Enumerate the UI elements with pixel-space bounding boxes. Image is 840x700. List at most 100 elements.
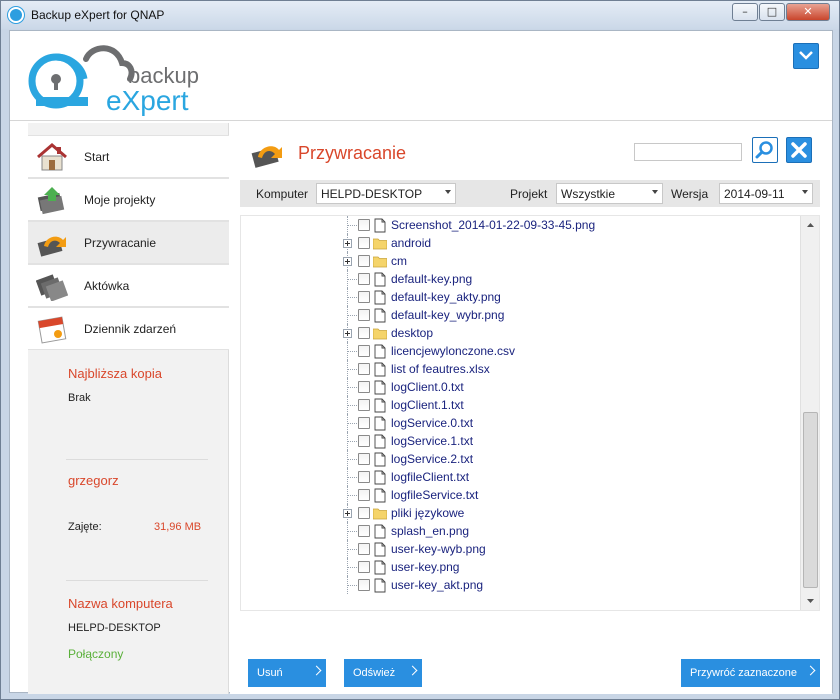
file-icon xyxy=(374,470,386,485)
select-checkbox[interactable] xyxy=(358,399,370,411)
sidebar-item-projects[interactable]: Moje projekty xyxy=(28,178,229,221)
maximize-button[interactable]: □ xyxy=(759,3,785,21)
tree-file-row[interactable]: logClient.0.txt xyxy=(241,378,801,396)
tree-item-name[interactable]: default-key_wybr.png xyxy=(391,308,504,322)
scroll-down-icon[interactable] xyxy=(803,593,818,608)
tree-item-name[interactable]: pliki językowe xyxy=(391,506,464,520)
project-select-value: Wszystkie xyxy=(561,187,615,201)
tree-file-row[interactable]: logfileService.txt xyxy=(241,486,801,504)
tree-item-name[interactable]: logService.2.txt xyxy=(391,452,473,466)
tree-folder-row[interactable]: desktop xyxy=(241,324,801,342)
close-window-button[interactable]: ✕ xyxy=(786,3,830,21)
tree-item-name[interactable]: cm xyxy=(391,254,407,268)
tree-item-name[interactable]: desktop xyxy=(391,326,433,340)
tree-item-name[interactable]: logfileService.txt xyxy=(391,488,478,502)
select-checkbox[interactable] xyxy=(358,525,370,537)
tree-item-name[interactable]: logClient.0.txt xyxy=(391,380,464,394)
select-checkbox[interactable] xyxy=(358,507,370,519)
scroll-up-icon[interactable] xyxy=(803,218,818,233)
select-checkbox[interactable] xyxy=(358,345,370,357)
select-checkbox[interactable] xyxy=(358,381,370,393)
computer-filter-label: Komputer xyxy=(256,187,309,201)
tree-item-name[interactable]: licencjewylonczone.csv xyxy=(391,344,515,358)
select-checkbox[interactable] xyxy=(358,471,370,483)
tree-folder-row[interactable]: pliki językowe xyxy=(241,504,801,522)
select-checkbox[interactable] xyxy=(358,237,370,249)
expand-icon[interactable] xyxy=(343,329,352,338)
version-select[interactable]: 2014-09-11 xyxy=(719,183,813,204)
select-checkbox[interactable] xyxy=(358,219,370,231)
tree-item-name[interactable]: logService.1.txt xyxy=(391,434,473,448)
tree-file-row[interactable]: list of feautres.xlsx xyxy=(241,360,801,378)
computer-select[interactable]: HELPD-DESKTOP xyxy=(316,183,456,204)
file-tree[interactable]: Screenshot_2014-01-22-09-33-45.pngandroi… xyxy=(240,215,820,611)
tree-file-row[interactable]: logfileClient.txt xyxy=(241,468,801,486)
file-icon xyxy=(374,308,386,323)
sidebar-item-briefcase[interactable]: Aktówka xyxy=(28,264,229,307)
search-input[interactable] xyxy=(634,143,742,161)
scrollbar-thumb[interactable] xyxy=(803,412,818,588)
tree-folder-row[interactable]: cm xyxy=(241,252,801,270)
select-checkbox[interactable] xyxy=(358,489,370,501)
tree-item-name[interactable]: Screenshot_2014-01-22-09-33-45.png xyxy=(391,218,595,232)
tree-item-name[interactable]: logfileClient.txt xyxy=(391,470,469,484)
tree-item-name[interactable]: android xyxy=(391,236,431,250)
select-checkbox[interactable] xyxy=(358,363,370,375)
tree-file-row[interactable]: logClient.1.txt xyxy=(241,396,801,414)
select-checkbox[interactable] xyxy=(358,327,370,339)
select-checkbox[interactable] xyxy=(358,453,370,465)
sidebar-item-event-log[interactable]: Dziennik zdarzeń xyxy=(28,307,229,350)
tree-item-name[interactable]: list of feautres.xlsx xyxy=(391,362,490,376)
expand-icon[interactable] xyxy=(343,509,352,518)
vertical-scrollbar[interactable] xyxy=(800,216,819,610)
tree-file-row[interactable]: user-key-wyb.png xyxy=(241,540,801,558)
tree-file-row[interactable]: licencjewylonczone.csv xyxy=(241,342,801,360)
tree-item-name[interactable]: user-key-wyb.png xyxy=(391,542,486,556)
expand-icon[interactable] xyxy=(343,257,352,266)
menu-dropdown-button[interactable] xyxy=(793,43,819,69)
tree-file-row[interactable]: logService.0.txt xyxy=(241,414,801,432)
tree-item-name[interactable]: default-key.png xyxy=(391,272,472,286)
select-checkbox[interactable] xyxy=(358,255,370,267)
select-checkbox[interactable] xyxy=(358,417,370,429)
tree-file-row[interactable]: logService.1.txt xyxy=(241,432,801,450)
title-bar[interactable]: Backup eXpert for QNAP – □ ✕ xyxy=(1,1,839,29)
clear-search-button[interactable] xyxy=(786,137,812,163)
sidebar-item-start[interactable]: Start xyxy=(28,135,229,178)
sidebar-item-restore[interactable]: Przywracanie xyxy=(28,221,229,264)
restore-selected-button[interactable]: Przywróć zaznaczone xyxy=(681,659,820,687)
tree-item-name[interactable]: default-key_akty.png xyxy=(391,290,501,304)
search-icon xyxy=(755,141,773,159)
expand-icon[interactable] xyxy=(343,239,352,248)
sidebar-item-label: Start xyxy=(84,150,110,164)
tree-file-row[interactable]: user-key.png xyxy=(241,558,801,576)
select-checkbox[interactable] xyxy=(358,309,370,321)
refresh-button[interactable]: Odśwież xyxy=(344,659,422,687)
tree-item-name[interactable]: user-key.png xyxy=(391,560,459,574)
search-button[interactable] xyxy=(752,137,778,163)
tree-file-row[interactable]: Screenshot_2014-01-22-09-33-45.png xyxy=(241,216,801,234)
tree-item-name[interactable]: logClient.1.txt xyxy=(391,398,464,412)
tree-folder-row[interactable]: android xyxy=(241,234,801,252)
tree-file-row[interactable]: splash_en.png xyxy=(241,522,801,540)
tree-file-row[interactable]: default-key_wybr.png xyxy=(241,306,801,324)
select-checkbox[interactable] xyxy=(358,273,370,285)
tree-file-row[interactable]: default-key_akty.png xyxy=(241,288,801,306)
tree-file-row[interactable]: logService.2.txt xyxy=(241,450,801,468)
tree-item-name[interactable]: splash_en.png xyxy=(391,524,469,538)
tree-file-row[interactable]: user-key_akt.png xyxy=(241,576,801,594)
file-icon xyxy=(374,560,386,575)
select-checkbox[interactable] xyxy=(358,291,370,303)
tree-file-row[interactable]: default-key.png xyxy=(241,270,801,288)
tree-guide-line xyxy=(348,225,357,226)
select-checkbox[interactable] xyxy=(358,435,370,447)
project-select[interactable]: Wszystkie xyxy=(556,183,663,204)
tree-item-name[interactable]: logService.0.txt xyxy=(391,416,473,430)
minimize-button[interactable]: – xyxy=(732,3,758,21)
select-checkbox[interactable] xyxy=(358,579,370,591)
tree-guide-line xyxy=(348,297,357,298)
select-checkbox[interactable] xyxy=(358,561,370,573)
delete-button[interactable]: Usuń xyxy=(248,659,326,687)
select-checkbox[interactable] xyxy=(358,543,370,555)
tree-item-name[interactable]: user-key_akt.png xyxy=(391,578,483,592)
